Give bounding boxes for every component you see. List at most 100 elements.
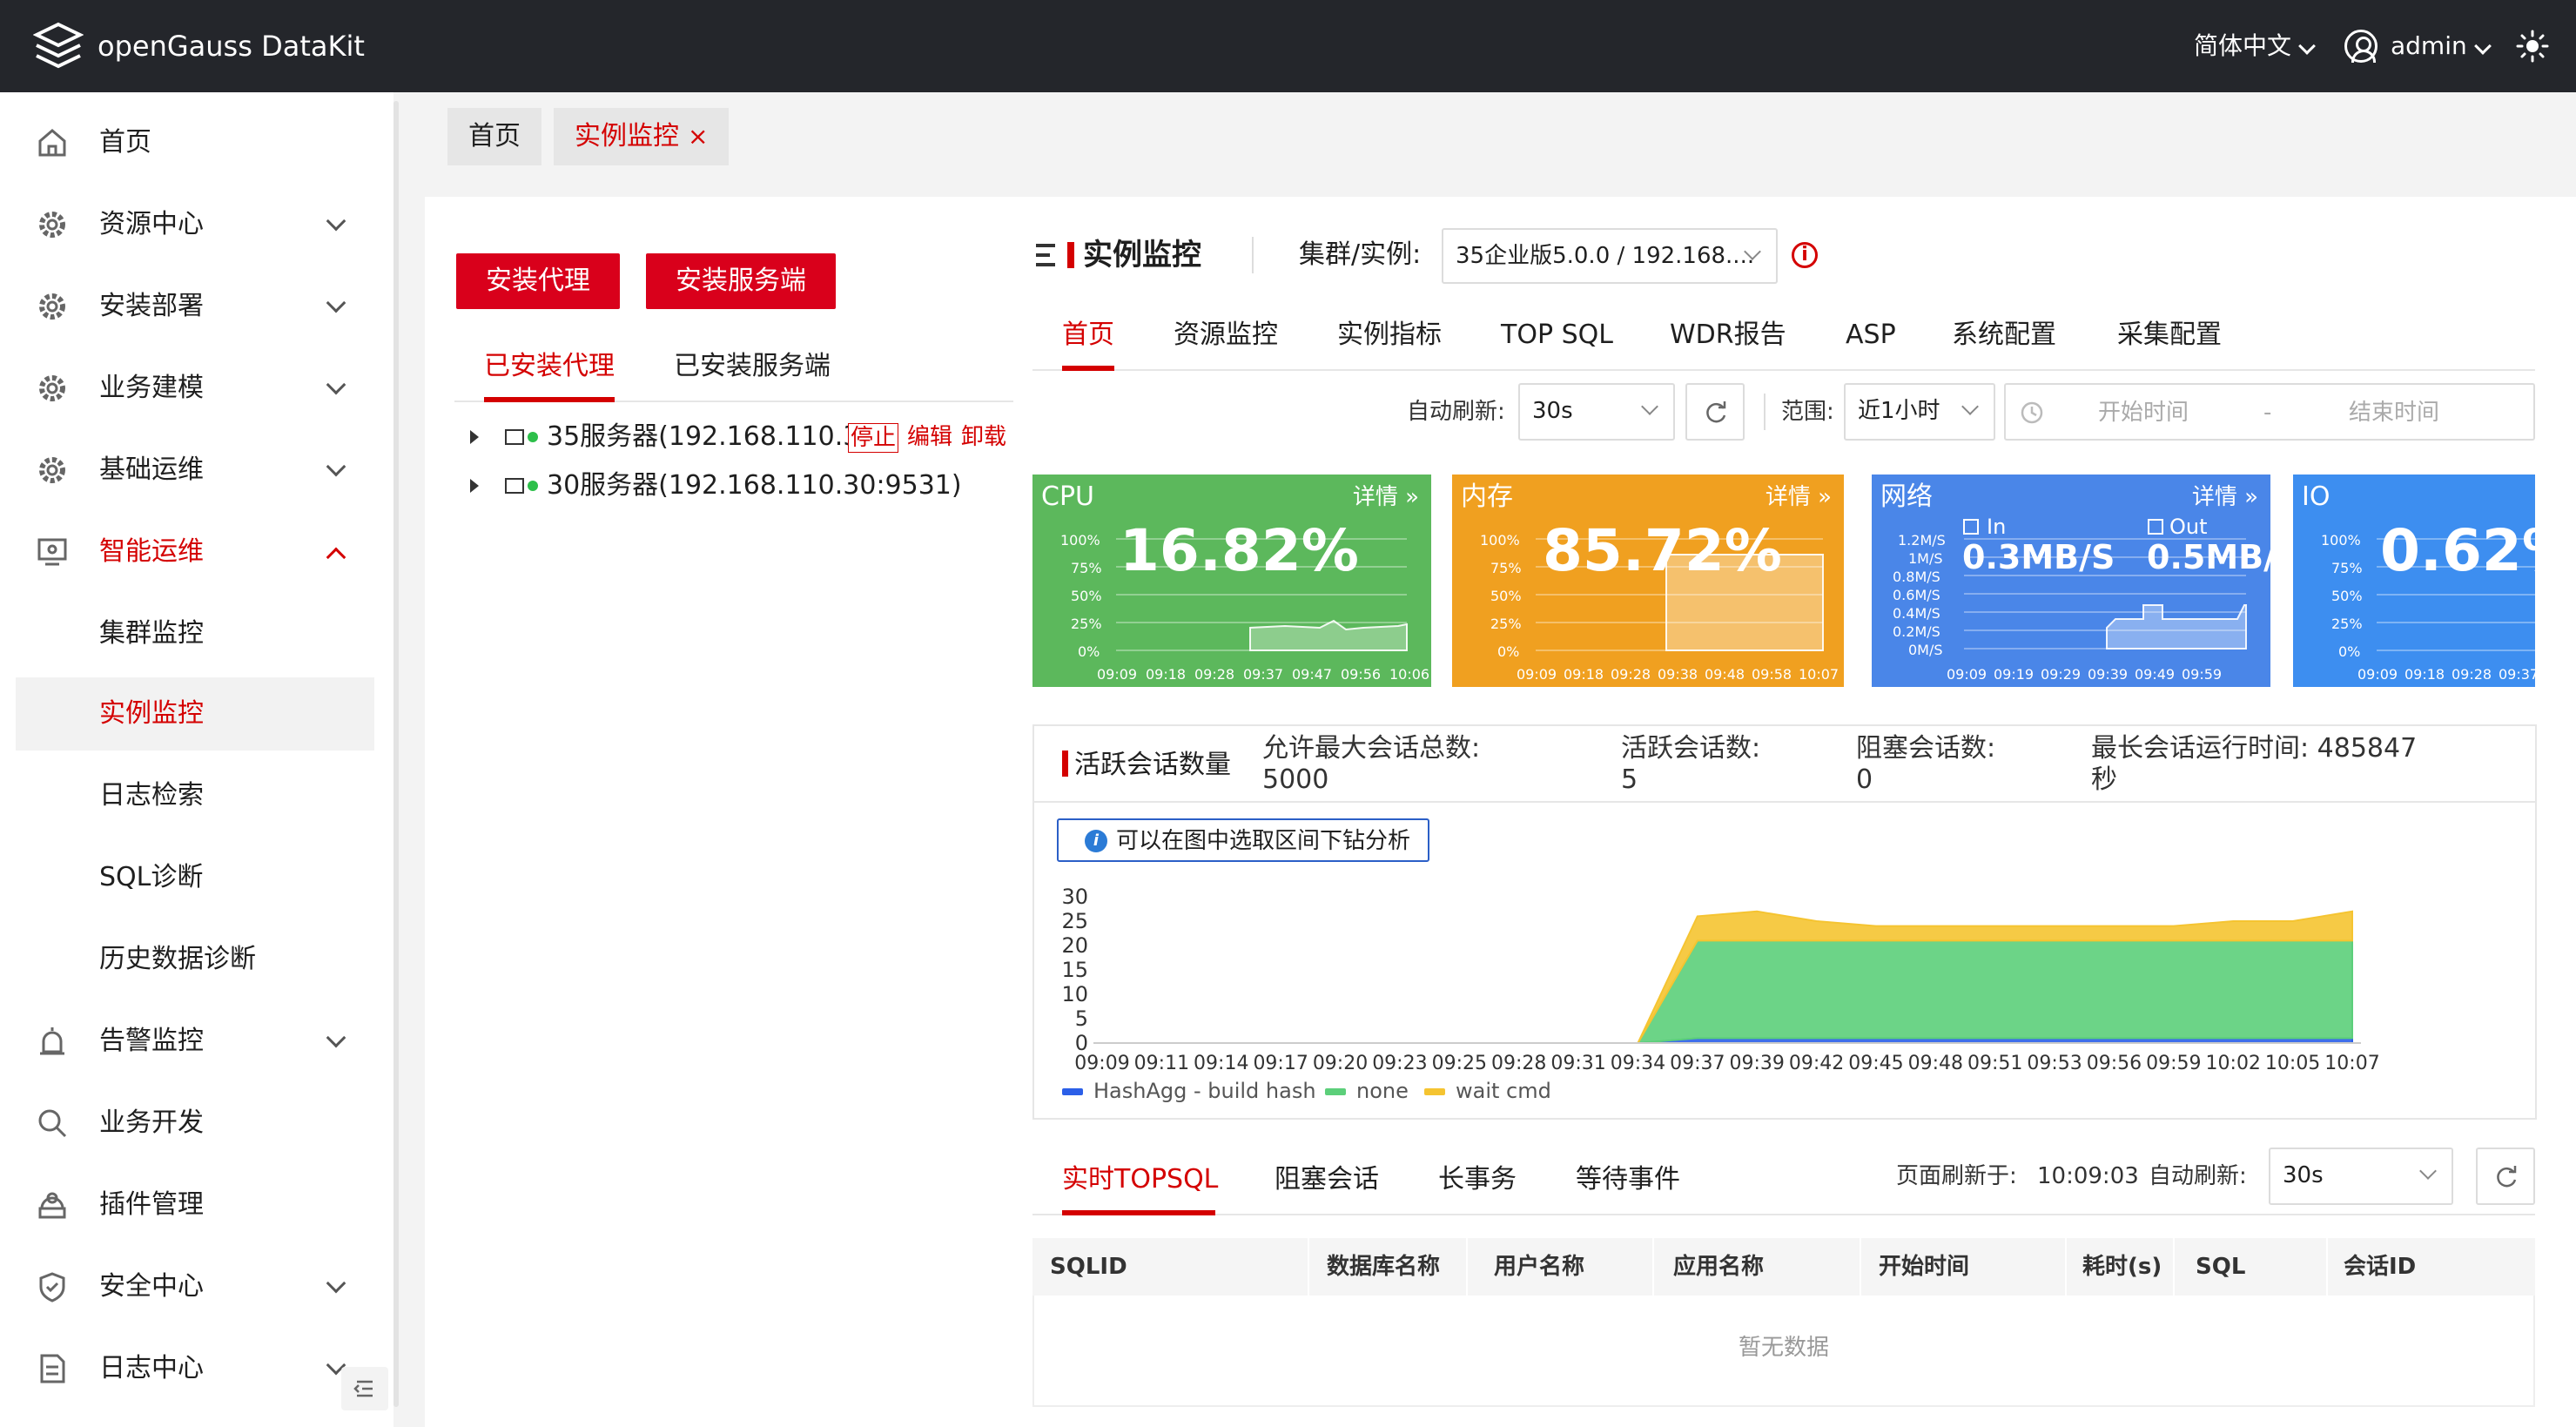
tree-node-35[interactable]: 35服务器(192.168.110.3! 停止 编辑 卸载 [470,413,1017,461]
chevron-down-icon [326,1027,346,1048]
sidebar-item-home[interactable]: 首页 [0,106,374,179]
sidebar-item-business-dev[interactable]: 业务开发 [0,1087,374,1160]
sun-icon[interactable] [2516,30,2549,63]
end-time-input[interactable]: 结束时间 [2349,395,2439,430]
sidebar-item-security-center[interactable]: 安全中心 [0,1250,374,1323]
x-tick-label: 09:53 [2027,1053,2082,1074]
detail-link[interactable]: 详情 » [1353,481,1419,513]
memory-card[interactable]: 内存 详情 » 85.72% 100% 75% 50% 25% 0% 09:09… [1452,475,1844,687]
date-range-picker[interactable]: 开始时间 - 结束时间 [2004,383,2535,441]
install-server-button[interactable]: 安装服务端 [646,253,836,309]
column-header[interactable]: SQLID [1050,1250,1127,1283]
sidebar-sub-history-diagnosis[interactable]: 历史数据诊断 [16,923,374,996]
shield-icon [39,1272,65,1302]
tab-blocked-sessions[interactable]: 阻塞会话 [1275,1160,1379,1200]
column-separator [1860,1238,1861,1296]
y-tick-label: 25 [1061,909,1088,933]
column-header[interactable]: 耗时(s) [2082,1250,2162,1283]
user-menu[interactable]: admin [2391,26,2467,66]
sidebar-sub-log-search[interactable]: 日志检索 [16,759,374,832]
sidebar-item-business-modeling[interactable]: 业务建模 [0,352,374,425]
x-tick-label: 09:17 [1253,1053,1308,1074]
sidebar-sub-cluster-monitor[interactable]: 集群监控 [16,597,374,670]
legend-swatch [1062,1088,1083,1095]
refresh-button[interactable] [1685,383,1745,441]
language-selector[interactable]: 简体中文 [2194,26,2291,66]
column-header[interactable]: 用户名称 [1494,1250,1584,1283]
tab-indicator [1062,366,1114,371]
auto-refresh-select[interactable]: 30s [1518,383,1675,441]
chevron-down-icon [2419,1162,2437,1180]
sidebar-item-log-center[interactable]: 日志中心 [0,1332,374,1405]
sidebar-item-basic-ops[interactable]: 基础运维 [0,434,374,507]
sidebar-item-alarm-monitor[interactable]: 告警监控 [0,1005,374,1078]
y-tick-label: 15 [1061,958,1088,982]
sidebar-item-install-deploy[interactable]: 安装部署 [0,270,374,343]
x-tick-label: 09:11 [1134,1053,1189,1074]
page-tab-home[interactable]: 首页 [447,108,541,165]
sidebar-sub-sql-diagnosis[interactable]: SQL诊断 [16,841,374,914]
legend-item[interactable]: none [1325,1078,1409,1104]
info-icon[interactable]: i [1792,242,1818,268]
tab-system-config[interactable]: 系统配置 [1952,315,2056,355]
sidebar-item-plugin-manage[interactable]: 插件管理 [0,1168,374,1242]
max-sessions-label: 允许最大会话总数: [1262,733,1481,764]
tab-installed-agent[interactable]: 已安装代理 [484,347,615,387]
range-select[interactable]: 近1小时 [1844,383,1995,441]
tab-top-sql[interactable]: TOP SQL [1501,315,1613,355]
uninstall-link[interactable]: 卸载 [961,423,1006,451]
column-header[interactable]: 应用名称 [1673,1250,1764,1283]
bottom-refresh-button[interactable] [2476,1148,2535,1205]
tab-long-transactions[interactable]: 长事务 [1438,1160,1517,1200]
column-header[interactable]: 会话ID [2344,1250,2416,1283]
detail-link[interactable]: 详情 » [2192,481,2258,513]
sidebar-sub-instance-monitor[interactable]: 实例监控 [16,677,374,751]
y-tick-label: 10 [1061,982,1088,1006]
expand-icon[interactable] [470,479,479,493]
tab-asp[interactable]: ASP [1846,315,1896,355]
collapse-sidebar-button[interactable] [341,1367,388,1410]
install-agent-button[interactable]: 安装代理 [456,253,620,309]
edit-link[interactable]: 编辑 [907,423,952,451]
area-series[interactable] [1102,939,2353,1044]
cpu-card[interactable]: CPU 详情 » 16.82% 100% 75% 50% 25% 0% 09:0… [1032,475,1431,687]
close-icon[interactable]: × [688,122,708,151]
x-tick-label: 09:39 [1729,1053,1784,1074]
column-header[interactable]: SQL [2196,1250,2245,1283]
tab-instance-metrics[interactable]: 实例指标 [1337,315,1442,355]
detail-link[interactable]: 详情 » [1766,481,1832,513]
column-header[interactable]: 开始时间 [1879,1250,1969,1283]
sidebar-scrollbar[interactable] [393,101,399,1407]
sidebar-item-resource-center[interactable]: 资源中心 [0,188,374,261]
tab-wait-events[interactable]: 等待事件 [1576,1160,1680,1200]
sessions-area-chart[interactable]: 05101520253009:09 09:11 09:14 09:17 09:20 09:… [1032,871,2537,1080]
user-icon[interactable] [2344,30,2378,63]
tab-resource-monitor[interactable]: 资源监控 [1174,315,1278,355]
column-header[interactable]: 数据库名称 [1327,1250,1440,1283]
io-card[interactable]: IO 0.62% 100% 75% 50% 25% 0% 09:09 09:18… [2293,475,2535,687]
gear-icon [39,293,65,320]
y-tick-label: 0 [1075,1031,1088,1055]
bottom-auto-refresh-select[interactable]: 30s [2269,1148,2453,1205]
page-tab-instance-monitor[interactable]: 实例监控 × [554,108,730,165]
expand-icon[interactable] [470,430,479,444]
column-separator [2065,1238,2067,1296]
status-online-icon [528,432,538,442]
tab-home[interactable]: 首页 [1062,315,1114,355]
tab-installed-server[interactable]: 已安装服务端 [674,347,831,387]
x-tick-label: 10:05 [2265,1053,2320,1074]
legend-item[interactable]: HashAgg - build hash [1062,1078,1316,1104]
tab-realtime-topsql[interactable]: 实时TOPSQL [1062,1160,1218,1200]
tab-collection-config[interactable]: 采集配置 [2117,315,2222,355]
sidebar-item-intelligent-ops[interactable]: 智能运维 [0,515,374,589]
legend-item[interactable]: wait cmd [1424,1078,1551,1104]
chevron-down-icon[interactable] [2298,37,2316,55]
stop-link[interactable]: 停止 [848,423,899,453]
network-card[interactable]: 网络 详情 » In Out 0.3MB/S 0.5MB/S 1.2M/S 1M… [1872,475,2270,687]
status-online-icon [528,481,538,491]
chevron-down-icon [1961,398,1979,415]
tab-wdr-report[interactable]: WDR报告 [1670,315,1786,355]
cluster-select[interactable]: 35企业版5.0.0 / 192.168.... [1442,228,1778,284]
chevron-down-icon[interactable] [2474,37,2492,55]
start-time-input[interactable]: 开始时间 [2098,395,2189,430]
